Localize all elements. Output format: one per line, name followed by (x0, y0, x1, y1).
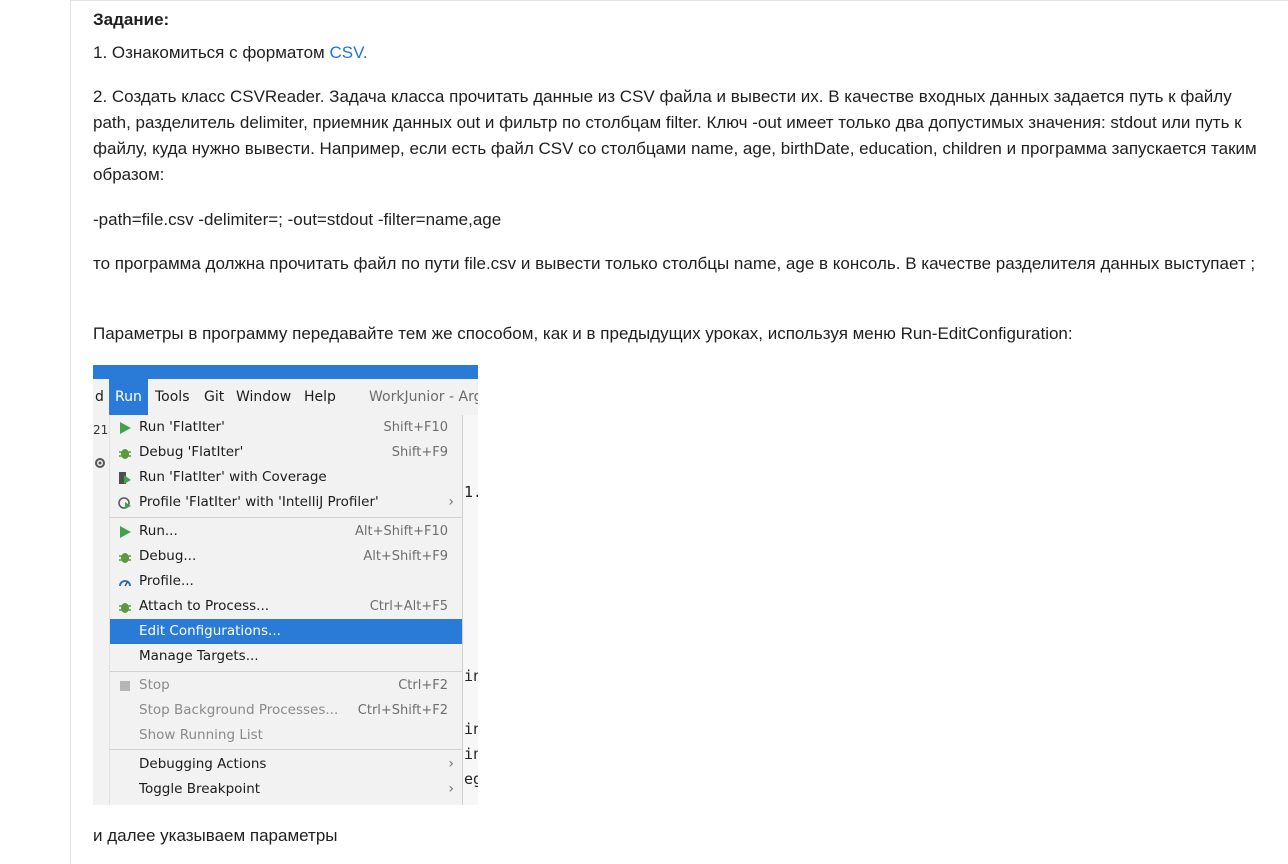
menu-label: Stop (139, 677, 170, 693)
submenu-arrow-icon: › (448, 781, 454, 797)
gear-icon[interactable] (94, 457, 106, 469)
menu-item-run[interactable]: Run... Alt+Shift+F10 (110, 519, 462, 544)
editor-fragment: in (464, 667, 478, 685)
menubar-tools[interactable]: Tools (155, 379, 190, 415)
menu-separator (110, 671, 462, 672)
menubar-help[interactable]: Help (304, 379, 336, 415)
menu-shortcut: Alt+Shift+F10 (355, 524, 448, 539)
menu-label: Run... (139, 523, 178, 539)
menu-item-debugging-actions[interactable]: Debugging Actions › (110, 752, 462, 777)
menu-item-run-with-coverage[interactable]: Run 'FlatIter' with Coverage (110, 465, 462, 490)
menu-separator (110, 517, 462, 518)
menu-label: Toggle Breakpoint (139, 781, 261, 797)
menu-label: Debug 'FlatIter' (139, 444, 244, 460)
menu-shortcut: Ctrl+Alt+F5 (369, 599, 448, 614)
profiler-icon (118, 497, 131, 509)
menu-shortcut: Ctrl+Shift+F2 (357, 703, 448, 718)
ide-left-strip: 21 (93, 415, 109, 805)
command-example: -path=file.csv -delimiter=; -out=stdout … (93, 210, 502, 229)
task-title: Задание: (93, 10, 170, 29)
menu-item-toggle-breakpoint[interactable]: Toggle Breakpoint › (110, 777, 462, 802)
coverage-icon (119, 472, 131, 484)
menu-separator (110, 749, 462, 750)
menu-shortcut: Alt+Shift+F9 (363, 549, 448, 564)
menubar-clipped-item[interactable]: d (95, 379, 104, 415)
project-title: WorkJunior - Arg (369, 389, 478, 405)
menu-item-run-flatiter[interactable]: Run 'FlatIter' Shift+F10 (110, 415, 462, 440)
menu-item-profile[interactable]: Profile... (110, 569, 462, 594)
menu-item-stop-background[interactable]: Stop Background Processes... Ctrl+Shift+… (110, 698, 462, 723)
stop-icon (120, 681, 130, 691)
menu-item-edit-configurations[interactable]: Edit Configurations... (110, 619, 462, 644)
menubar-run[interactable]: Run (109, 379, 148, 415)
task-item-1-text: 1. Ознакомиться с форматом (93, 43, 330, 62)
run-icon (120, 422, 131, 434)
debug-bug-icon (119, 449, 131, 459)
run-icon (120, 526, 131, 538)
menu-item-stop[interactable]: Stop Ctrl+F2 (110, 673, 462, 698)
ide-menubar: d Run Tools Git Window Help WorkJunior -… (93, 379, 478, 415)
menu-item-show-running-list[interactable]: Show Running List (110, 723, 462, 748)
editor-fragment: 1. (464, 483, 478, 501)
menu-label: Run 'FlatIter' with Coverage (139, 469, 327, 485)
menu-item-profile-flatiter[interactable]: Profile 'FlatIter' with 'IntelliJ Profil… (110, 490, 462, 515)
menu-shortcut: Ctrl+F2 (398, 678, 448, 693)
menu-label: Stop Background Processes... (139, 702, 339, 718)
menu-label: Debugging Actions (139, 756, 267, 772)
menubar-git[interactable]: Git (204, 379, 224, 415)
top-divider (70, 0, 1288, 1)
left-divider (70, 0, 71, 864)
editor-fragment: in (464, 720, 478, 738)
menu-item-debug[interactable]: Debug... Alt+Shift+F9 (110, 544, 462, 569)
debug-bug-icon (119, 553, 131, 563)
csv-link[interactable]: CSV. (329, 43, 367, 62)
menu-label: Run 'FlatIter' (139, 419, 225, 435)
editor-area: 1. in in in eg (461, 415, 478, 805)
ide-screenshot: d Run Tools Git Window Help WorkJunior -… (93, 365, 478, 805)
menu-item-debug-flatiter[interactable]: Debug 'FlatIter' Shift+F9 (110, 440, 462, 465)
task-item-2: 2. Создать класс CSVReader. Задача класс… (93, 87, 1257, 184)
menu-item-attach-to-process[interactable]: Attach to Process... Ctrl+Alt+F5 (110, 594, 462, 619)
menu-label: Attach to Process... (139, 598, 270, 614)
menu-label: Manage Targets... (139, 648, 259, 664)
menu-label: Show Running List (139, 727, 263, 743)
menu-label: Profile 'FlatIter' with 'IntelliJ Profil… (139, 494, 379, 510)
submenu-arrow-icon: › (448, 494, 454, 510)
line-number: 21 (93, 423, 109, 437)
run-menu-dropdown: Run 'FlatIter' Shift+F10 Debug 'FlatIter… (109, 415, 463, 805)
task-paragraph-5: и далее указываем параметры (93, 826, 338, 845)
submenu-arrow-icon: › (448, 756, 454, 772)
menubar-window[interactable]: Window (236, 379, 291, 415)
menu-shortcut: Shift+F9 (391, 445, 448, 460)
task-paragraph-4: Параметры в программу передавайте тем же… (93, 324, 1073, 343)
editor-fragment: eg (464, 770, 478, 788)
task-item-1: 1. Ознакомиться с форматом CSV. (93, 40, 1273, 66)
profile-gauge-icon (119, 580, 131, 587)
task-paragraph-3: то программа должна прочитать файл по пу… (93, 254, 1256, 273)
editor-fragment: in (464, 745, 478, 763)
menu-label: Profile... (139, 573, 194, 589)
menu-label: Debug... (139, 548, 197, 564)
menu-shortcut: Shift+F10 (383, 420, 448, 435)
attach-bug-icon (119, 603, 131, 613)
ide-titlebar (93, 365, 478, 379)
menu-label: Edit Configurations... (139, 623, 281, 639)
menu-item-manage-targets[interactable]: Manage Targets... (110, 644, 462, 669)
